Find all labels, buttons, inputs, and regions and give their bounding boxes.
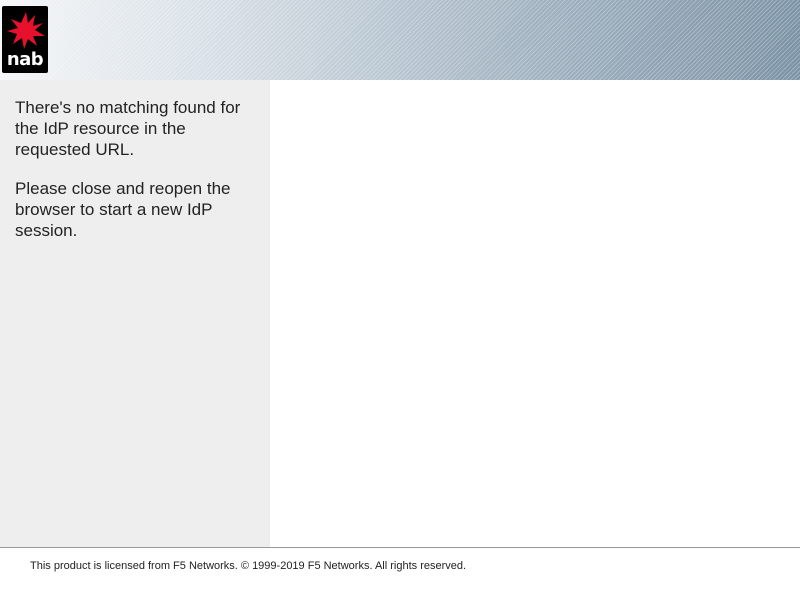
- main-content-area: [270, 80, 800, 547]
- error-message: There's no matching found for the IdP re…: [15, 98, 241, 159]
- instruction-message: Please close and reopen the browser to s…: [15, 179, 231, 240]
- license-notice: This product is licensed from F5 Network…: [30, 560, 467, 572]
- footer: This product is licensed from F5 Network…: [0, 547, 800, 601]
- nab-logo-text: nab: [6, 49, 44, 70]
- nab-logo: nab: [2, 6, 48, 73]
- message-panel: There's no matching found for the IdP re…: [0, 80, 270, 547]
- header-banner: nab: [0, 0, 800, 80]
